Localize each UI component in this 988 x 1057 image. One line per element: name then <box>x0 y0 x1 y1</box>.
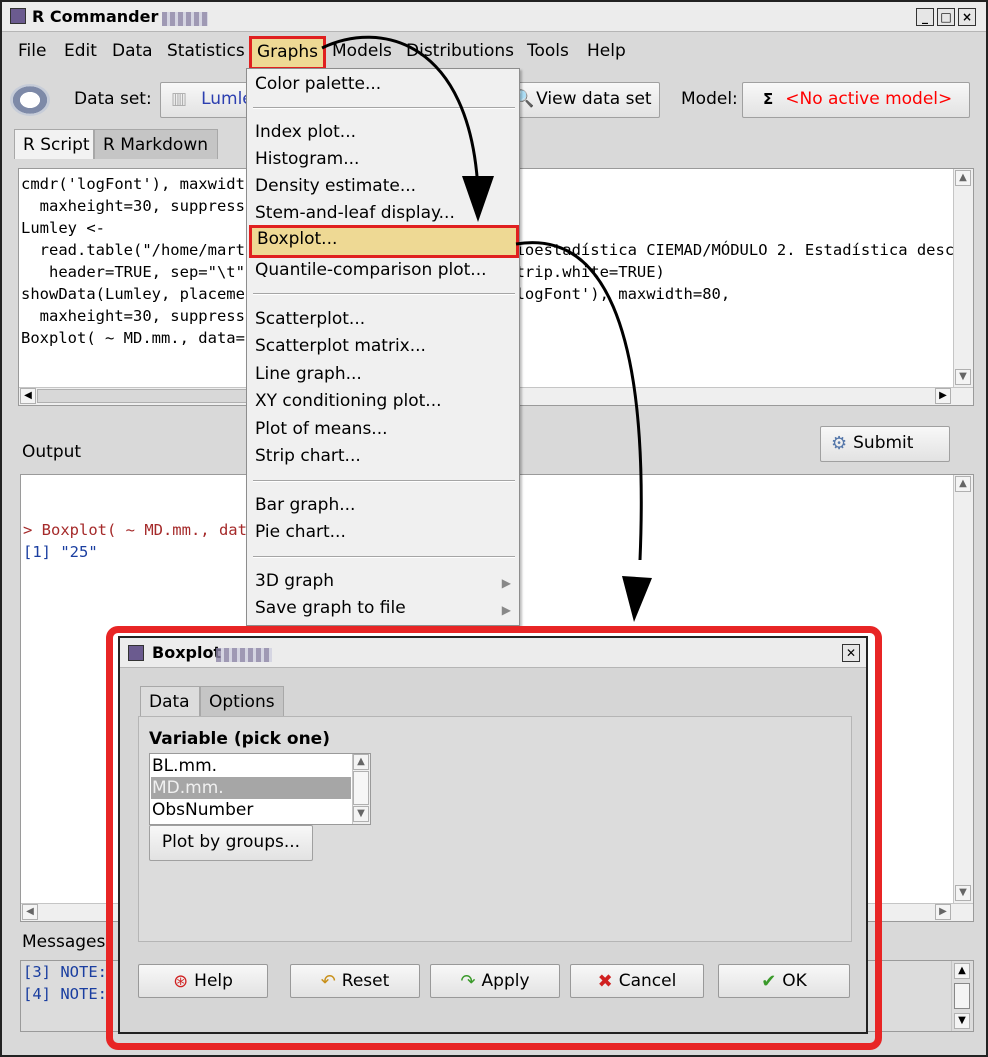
dialog-title-bar: Boxplot ✕ <box>120 638 866 668</box>
redo-arrow-icon: ↷ <box>460 971 476 992</box>
plot-by-groups-button[interactable]: Plot by groups... <box>149 825 313 861</box>
arrow-graphs-to-boxplot <box>321 35 480 191</box>
variable-heading: Variable (pick one) <box>149 729 330 749</box>
apply-button[interactable]: ↷ Apply <box>430 964 560 998</box>
listbox-scroll-thumb[interactable] <box>353 771 369 805</box>
tab-data[interactable]: Data <box>140 686 200 716</box>
cancel-button[interactable]: ✖ Cancel <box>570 964 704 998</box>
dialog-title: Boxplot <box>152 643 222 662</box>
arrow-head-2 <box>622 576 652 622</box>
arrow-head-1 <box>462 176 494 222</box>
ok-button[interactable]: ✔ OK <box>718 964 850 998</box>
dialog-close-button[interactable]: ✕ <box>842 644 860 662</box>
list-item-selected[interactable]: MD.mm. <box>151 777 351 799</box>
red-x-icon: ✖ <box>597 971 613 992</box>
help-button[interactable]: ⊛ Help <box>138 964 268 998</box>
scroll-up-arrow-icon[interactable]: ▲ <box>353 754 369 770</box>
list-item[interactable]: ObsNumber <box>151 799 351 821</box>
listbox-scrollbar[interactable]: ▲ ▼ <box>352 754 370 824</box>
checkmark-icon: ✔ <box>761 971 777 992</box>
list-item[interactable]: BL.mm. <box>151 755 351 777</box>
titlebar-decoration <box>216 648 272 662</box>
apply-label: Apply <box>481 971 530 991</box>
arrow-boxplot-to-dialog <box>515 241 643 561</box>
cancel-label: Cancel <box>618 971 677 991</box>
reset-label: Reset <box>341 971 390 991</box>
variable-listbox[interactable]: BL.mm. MD.mm. ObsNumber ▲ ▼ <box>149 753 371 825</box>
reset-button[interactable]: ↶ Reset <box>290 964 420 998</box>
dialog-window-icon <box>128 645 144 661</box>
boxplot-dialog: Boxplot ✕ Data Options Variable (pick on… <box>118 636 868 1034</box>
help-label: Help <box>194 971 233 991</box>
scroll-down-arrow-icon[interactable]: ▼ <box>353 806 369 822</box>
ok-label: OK <box>782 971 807 991</box>
tab-options[interactable]: Options <box>200 686 284 716</box>
data-tab-panel: Variable (pick one) BL.mm. MD.mm. ObsNum… <box>138 716 852 942</box>
undo-arrow-icon: ↶ <box>320 971 336 992</box>
lifebuoy-icon: ⊛ <box>173 971 189 992</box>
